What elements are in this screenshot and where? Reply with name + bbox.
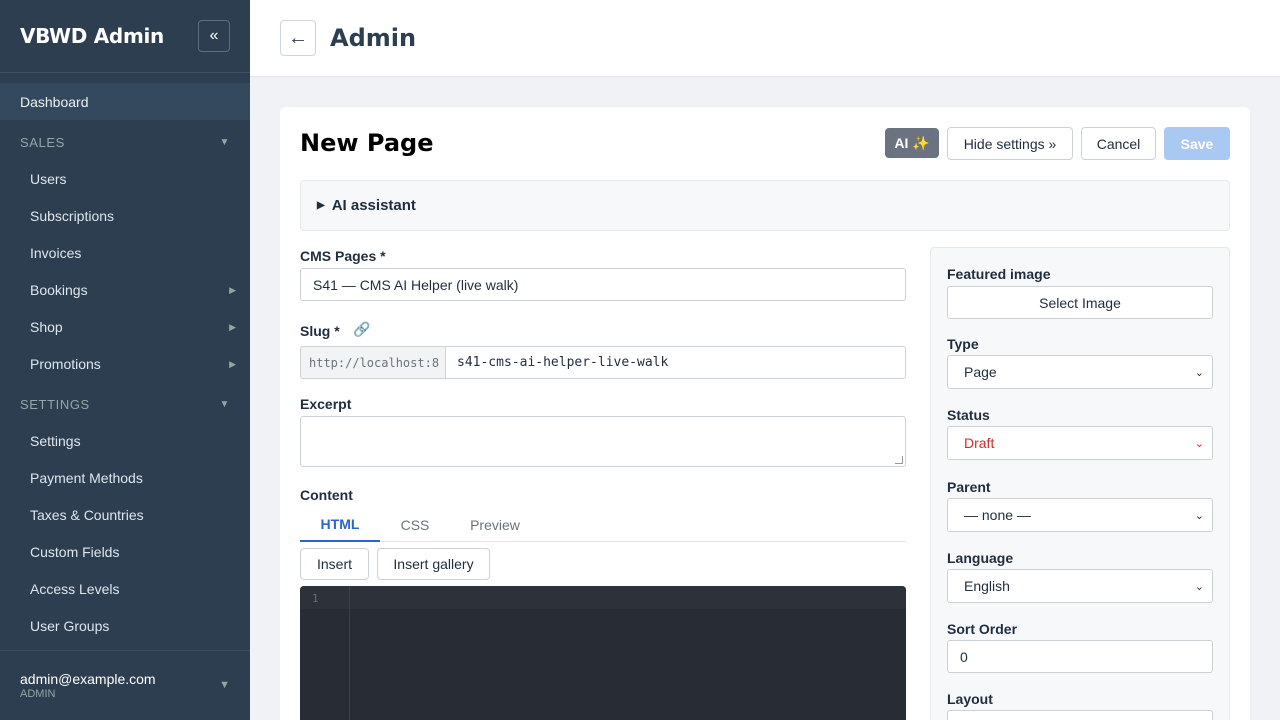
tab-preview[interactable]: Preview — [460, 507, 530, 542]
ai-assistant-label: AI assistant — [331, 197, 416, 214]
active-line-highlight — [300, 586, 906, 609]
sidebar-item-payment-methods[interactable]: Payment Methods — [0, 463, 250, 493]
tab-html[interactable]: HTML — [300, 507, 380, 542]
sidebar-item-invoices[interactable]: Invoices — [0, 238, 250, 268]
parent-select[interactable]: — none — ⌄ — [947, 498, 1213, 532]
type-label: Type — [947, 336, 979, 352]
cancel-button[interactable]: Cancel — [1081, 127, 1156, 160]
sidebar-item-user-groups[interactable]: User Groups — [0, 611, 250, 641]
sort-order-label: Sort Order — [947, 621, 1018, 637]
layout-label: Layout — [947, 691, 993, 707]
featured-image-label: Featured image — [947, 266, 1051, 282]
content-tabs: HTML CSS Preview — [300, 507, 906, 542]
caret-down-icon: ▼ — [219, 398, 230, 410]
sidebar-header: VBWD Admin « — [0, 0, 250, 73]
resize-handle-icon[interactable] — [895, 456, 903, 464]
sidebar-item-label: Subscriptions — [30, 208, 115, 224]
sidebar-item-custom-fields[interactable]: Custom Fields — [0, 537, 250, 567]
sidebar-item-settings[interactable]: Settings — [0, 426, 250, 456]
sidebar-item-label: Promotions — [30, 356, 101, 372]
parent-label: Parent — [947, 479, 991, 495]
caret-down-icon: ▼ — [219, 679, 230, 691]
sidebar-item-access-levels[interactable]: Access Levels — [0, 574, 250, 604]
edit-page-card: New Page AI ✨ Hide settings » Cancel Sav… — [280, 107, 1250, 720]
editor-gutter — [300, 586, 350, 720]
sidebar-item-label: Settings — [30, 433, 81, 449]
sidebar-item-label: Bookings — [30, 282, 88, 298]
code-editor[interactable]: 1 — [300, 586, 906, 720]
chevron-right-icon: ▶ — [229, 284, 236, 295]
sidebar-item-shop[interactable]: Shop ▶ — [0, 312, 250, 342]
page-settings-panel: Featured image Select Image Type Page ⌄ … — [930, 247, 1230, 720]
sidebar-item-label: Shop — [30, 319, 63, 335]
sidebar: VBWD Admin « Dashboard SALES ▼ Users Sub… — [0, 0, 250, 720]
hide-settings-button[interactable]: Hide settings » — [947, 127, 1073, 160]
select-image-button[interactable]: Select Image — [947, 286, 1213, 319]
chevron-down-icon: ⌄ — [1194, 509, 1204, 522]
sort-order-input[interactable]: 0 — [947, 640, 1213, 673]
slug-prefix: http://localhost:8 — [300, 346, 446, 379]
chevron-right-icon: ▶ — [229, 321, 236, 332]
chevron-down-icon: ⌄ — [1194, 437, 1204, 450]
sidebar-item-label: Access Levels — [30, 581, 120, 597]
language-label: Language — [947, 550, 1014, 566]
type-value: Page — [964, 364, 997, 380]
sidebar-item-subscriptions[interactable]: Subscriptions — [0, 201, 250, 231]
excerpt-label: Excerpt — [300, 396, 352, 412]
page-header-title: Admin — [330, 24, 417, 52]
slug-input[interactable]: s41-cms-ai-helper-live-walk — [445, 346, 906, 379]
back-button[interactable]: ← — [280, 20, 316, 56]
parent-value: — none — — [964, 507, 1031, 523]
type-select[interactable]: Page ⌄ — [947, 355, 1213, 389]
layout-select[interactable] — [947, 710, 1213, 720]
sidebar-item-label: Invoices — [30, 245, 82, 261]
content-label: Content — [300, 487, 353, 503]
excerpt-textarea[interactable] — [300, 416, 906, 467]
chevron-down-icon: ⌄ — [1194, 580, 1204, 593]
sidebar-item-users[interactable]: Users — [0, 164, 250, 194]
disclosure-triangle-icon: ▶ — [317, 200, 325, 211]
user-role: ADMIN — [20, 688, 56, 700]
sidebar-item-label: User Groups — [30, 618, 110, 634]
sidebar-item-bookings[interactable]: Bookings ▶ — [0, 275, 250, 305]
sidebar-section-settings[interactable]: SETTINGS ▼ — [0, 389, 250, 419]
user-email: admin@example.com — [20, 671, 156, 687]
insert-button[interactable]: Insert — [300, 548, 369, 580]
sidebar-item-label: Payment Methods — [30, 470, 143, 486]
save-button[interactable]: Save — [1164, 127, 1230, 160]
app-title: VBWD Admin — [20, 24, 164, 48]
sidebar-section-sales[interactable]: SALES ▼ — [0, 127, 250, 157]
chevron-right-icon: ▶ — [229, 358, 236, 369]
sidebar-section-label: SETTINGS — [20, 396, 90, 412]
status-value: Draft — [964, 435, 995, 451]
slug-label: Slug * — [300, 323, 340, 339]
sidebar-section-label: SALES — [20, 134, 65, 150]
page-title: New Page — [300, 129, 434, 157]
caret-down-icon: ▼ — [219, 136, 230, 148]
sidebar-item-promotions[interactable]: Promotions ▶ — [0, 349, 250, 379]
cms-pages-input[interactable]: S41 — CMS AI Helper (live walk) — [300, 268, 906, 301]
user-menu[interactable]: admin@example.com ADMIN ▼ — [0, 650, 250, 720]
sidebar-item-label: Custom Fields — [30, 544, 120, 560]
tab-css[interactable]: CSS — [380, 507, 450, 542]
status-select[interactable]: Draft ⌄ — [947, 426, 1213, 460]
language-value: English — [964, 578, 1010, 594]
sidebar-item-label: Users — [30, 171, 67, 187]
link-icon[interactable]: 🔗 — [353, 321, 370, 338]
status-label: Status — [947, 407, 990, 423]
chevron-down-icon: ⌄ — [1194, 366, 1204, 379]
sidebar-item-taxes-countries[interactable]: Taxes & Countries — [0, 500, 250, 530]
top-bar: ← Admin — [250, 0, 1280, 77]
language-select[interactable]: English ⌄ — [947, 569, 1213, 603]
insert-gallery-button[interactable]: Insert gallery — [377, 548, 490, 580]
ai-button[interactable]: AI ✨ — [885, 128, 939, 158]
collapse-sidebar-icon[interactable]: « — [198, 20, 230, 52]
sidebar-item-dashboard[interactable]: Dashboard — [0, 83, 250, 120]
ai-assistant-toggle[interactable]: ▶ AI assistant — [300, 180, 1230, 231]
line-number: 1 — [312, 592, 319, 605]
cms-pages-label: CMS Pages * — [300, 248, 386, 264]
sidebar-item-label: Taxes & Countries — [30, 507, 144, 523]
